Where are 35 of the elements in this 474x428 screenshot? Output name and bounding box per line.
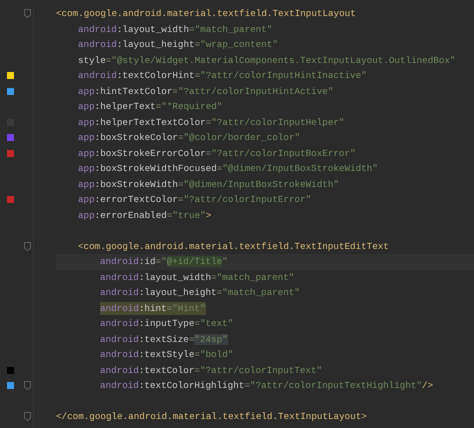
color-swatch[interactable] [7, 72, 14, 80]
color-swatch[interactable] [7, 150, 14, 157]
code-line: app:boxStrokeWidthFocused="@dimen/InputBoxStrokeWidth" [78, 162, 378, 176]
code-line: android:layout_height="wrap_content" [78, 38, 278, 52]
code-line: app:errorTextColor="?attr/colorInputError" [78, 193, 312, 206]
code-line: android:textColorHint="?attr/colorInputHintInactive" [78, 69, 367, 82]
code-line: app:helperText="*Required" [78, 100, 222, 114]
code-line: style="@style/Widget.MaterialComponents.TextInputLayout.OutlinedBox" [78, 54, 456, 67]
code-line: android:layout_width="match_parent" [100, 270, 294, 284]
code-line: app:hintTextColor="?attr/colorInputHintActive" [78, 84, 334, 98]
color-swatch[interactable] [7, 88, 14, 95]
code-line: </com.google.android.material.textfield.TextInputLayout> [56, 410, 367, 424]
code-line: app:boxStrokeColor="@color/border_color" [78, 131, 300, 144]
code-line: android:textColor="?attr/colorInputText" [100, 364, 322, 377]
code-line: android:textStyle="bold" [100, 348, 234, 362]
code-line: android:textSize="24sp" [100, 332, 228, 346]
code-line: <com.google.android.material.textfield.TextInputLayout [56, 7, 356, 20]
fold-icon[interactable] [24, 242, 31, 251]
fold-icon[interactable] [24, 412, 31, 422]
code-line: app:boxStrokeErrorColor="?attr/colorInputBoxError" [78, 146, 356, 160]
code-line: android:id="@+id/Title" [100, 255, 228, 268]
color-swatch[interactable] [7, 382, 14, 390]
color-swatch[interactable] [7, 366, 14, 374]
code-line: app:errorEnabled="true"> [78, 208, 212, 222]
fold-icon[interactable] [24, 381, 31, 390]
code-line: app:helperTextTextColor="?attr/colorInputHelper" [78, 116, 344, 129]
code-line: <com.google.android.material.textfield.TextInputEditText [78, 240, 389, 253]
color-swatch[interactable] [7, 196, 14, 204]
code-line: android:inputType="text" [100, 317, 234, 330]
code-line: app:boxStrokeWidth="@dimen/InputBoxStrokeWidth" [78, 178, 339, 191]
code-line: android:textColorHighlight="?attr/colorInputTextHighlight"/> [100, 379, 434, 392]
color-swatch[interactable] [7, 134, 14, 142]
fold-icon[interactable] [24, 9, 31, 18]
code-line: android:layout_height="match_parent" [100, 286, 300, 300]
code-line: android:layout_width="match_parent" [78, 22, 272, 36]
